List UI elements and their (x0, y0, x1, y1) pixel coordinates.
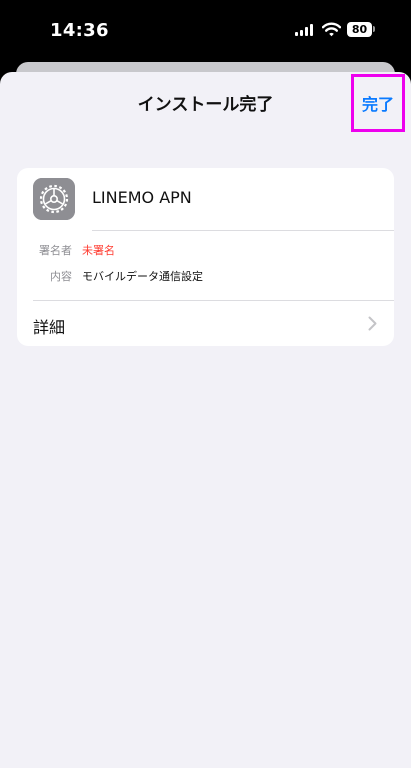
done-button-label: 完了 (361, 95, 394, 114)
battery-tip (373, 26, 375, 32)
status-time: 14:36 (50, 20, 109, 41)
signer-label: 署名者 (39, 244, 72, 257)
cellular-signal-icon (295, 24, 315, 36)
details-row[interactable]: 詳細 (17, 301, 394, 346)
wifi-icon (322, 22, 341, 37)
details-label: 詳細 (33, 318, 66, 337)
screen: 14:36 80 インストール完了 完了 LINEMO APN 署名者 未署名 … (0, 0, 411, 768)
battery-level: 80 (347, 22, 372, 37)
done-button[interactable]: 完了 (351, 74, 405, 132)
install-complete-sheet: インストール完了 完了 LINEMO APN 署名者 未署名 内容 モバイルデー… (0, 72, 411, 768)
content-row: 内容 モバイルデータ通信設定 (17, 268, 394, 284)
content-value: モバイルデータ通信設定 (82, 270, 203, 283)
settings-gear-icon (33, 178, 75, 220)
status-bar: 14:36 80 (0, 0, 411, 62)
divider (92, 230, 394, 231)
battery-icon: 80 (347, 22, 375, 37)
signer-row: 署名者 未署名 (17, 242, 394, 258)
signer-value: 未署名 (82, 244, 115, 257)
content-label: 内容 (50, 270, 72, 283)
profile-card: LINEMO APN 署名者 未署名 内容 モバイルデータ通信設定 詳細 (17, 168, 394, 346)
profile-name: LINEMO APN (92, 188, 192, 207)
chevron-right-icon (368, 316, 377, 331)
sheet-title: インストール完了 (137, 95, 274, 115)
